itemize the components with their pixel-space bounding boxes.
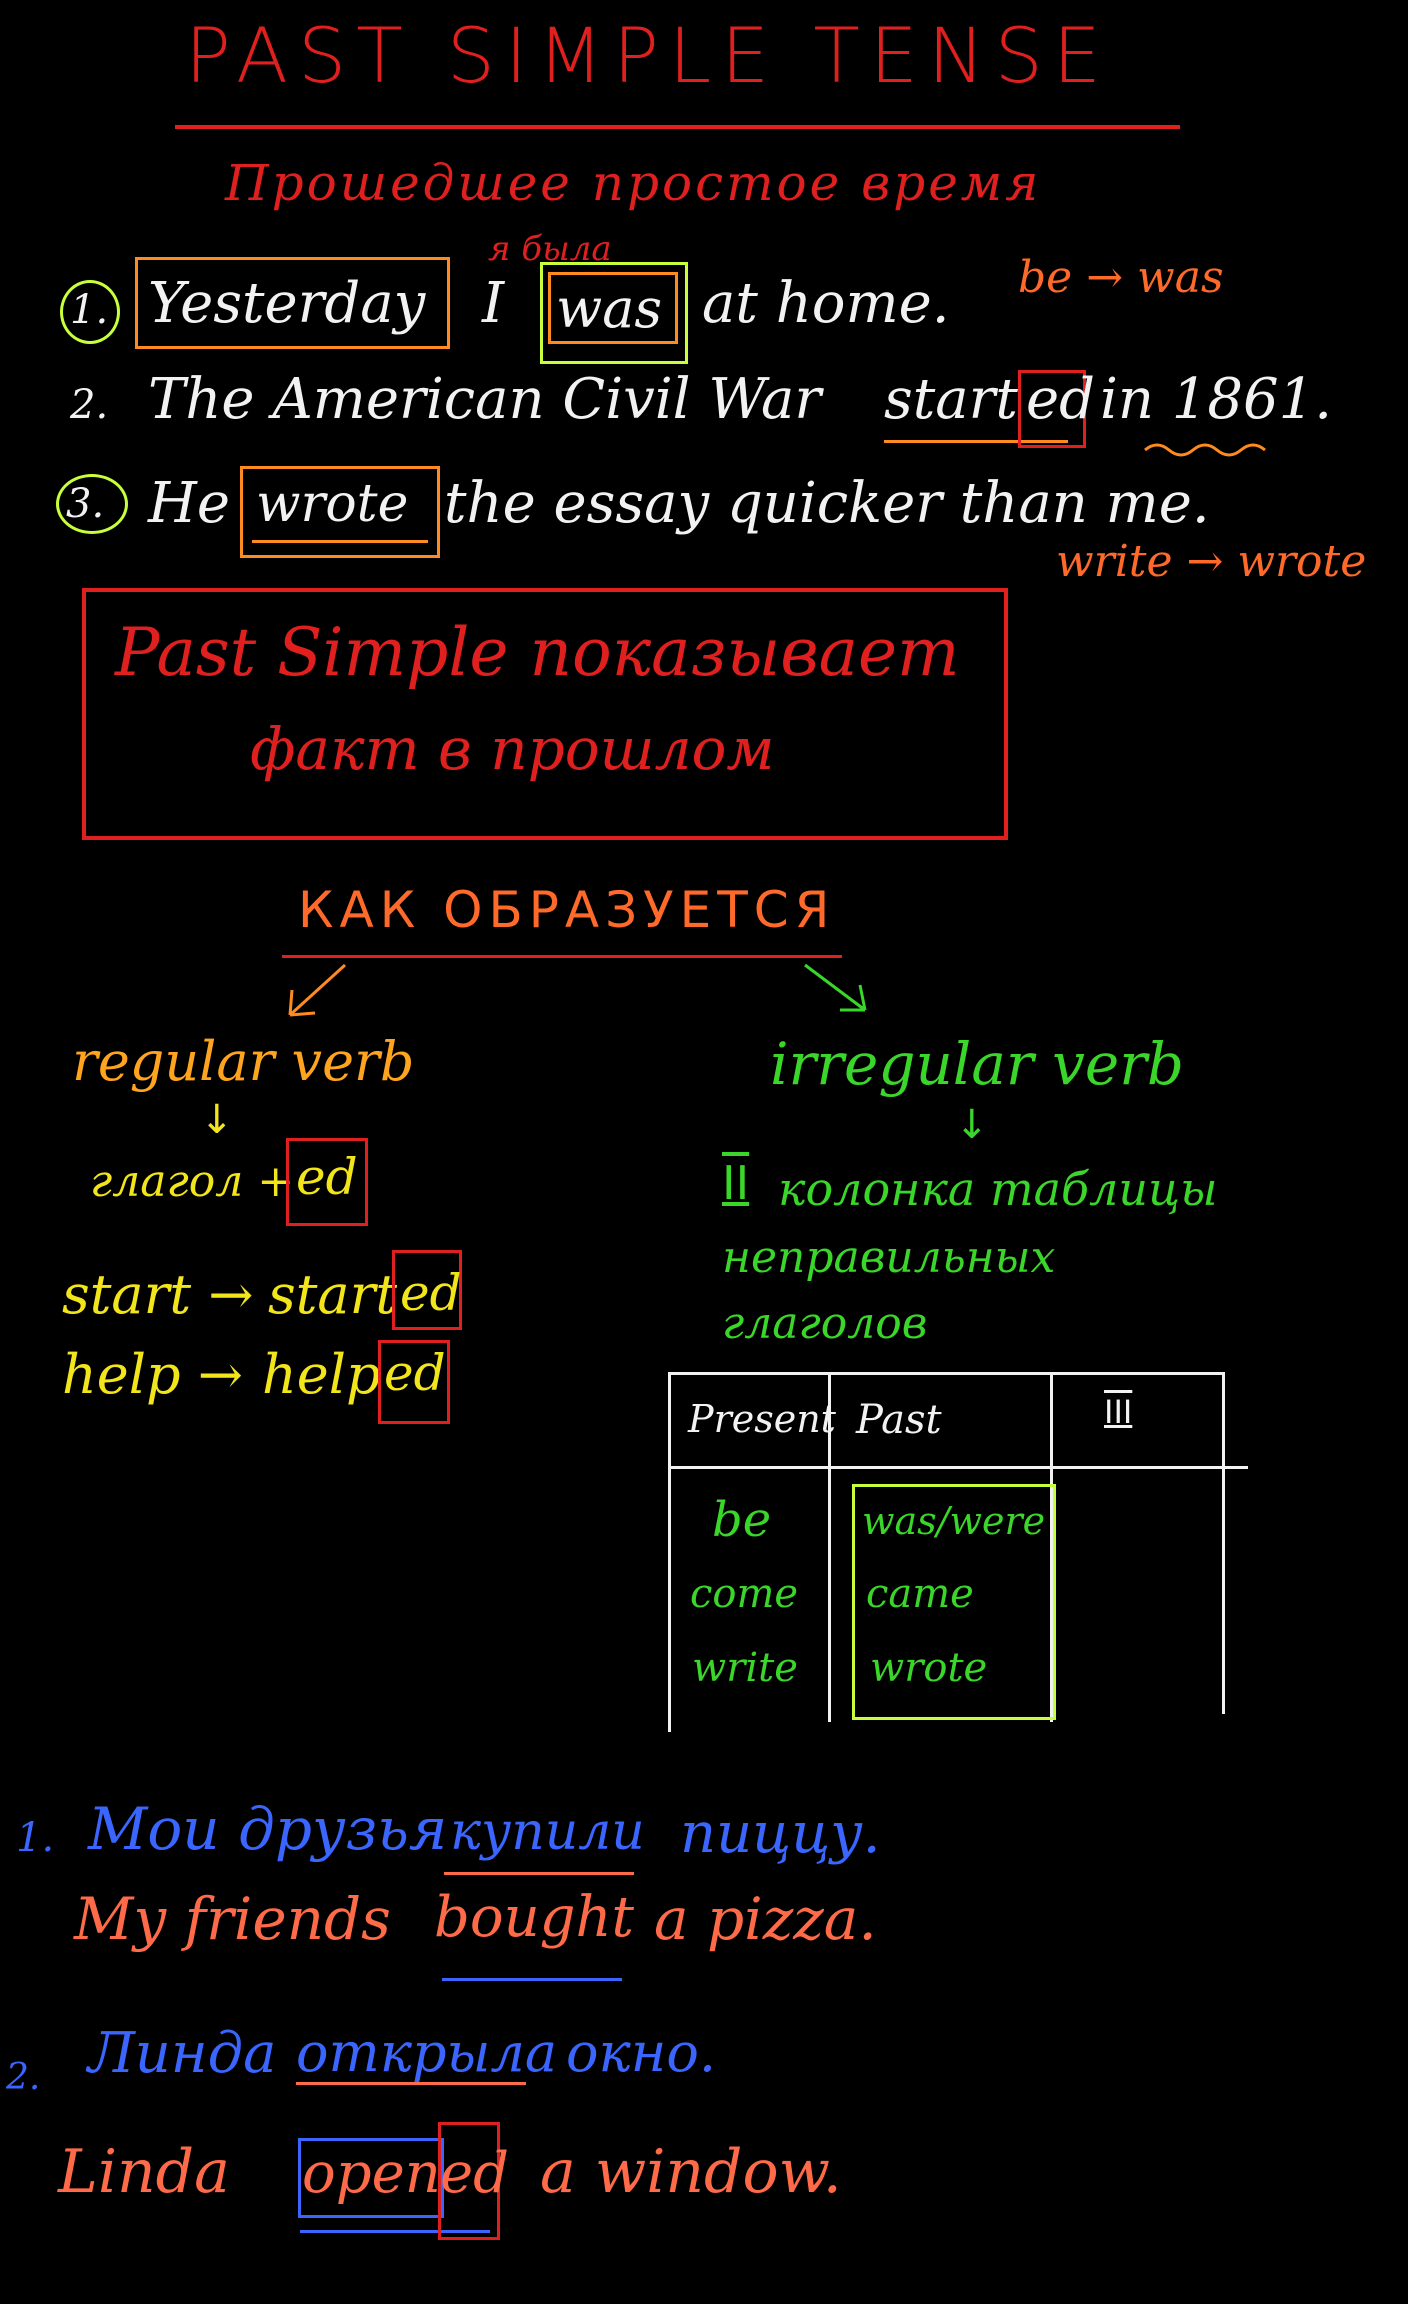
table-header-iii: III	[1104, 1393, 1133, 1431]
exercise-1-russian-verb: купили	[450, 1802, 645, 1862]
table-row-1-present: be	[712, 1492, 772, 1548]
irregular-column-number: II	[722, 1156, 750, 1210]
exercise-2-english-stem: open	[302, 2141, 441, 2206]
table-row-2-past: came	[866, 1571, 974, 1617]
regular-example-2-stem: help	[262, 1343, 381, 1406]
branch-arrows	[288, 963, 867, 1017]
regular-example-1-ending: ed	[400, 1264, 462, 1322]
table-row-3-past: wrote	[870, 1645, 988, 1691]
exercise-2-russian-start: Линда	[88, 2021, 277, 2086]
table-top-line	[668, 1372, 1224, 1375]
table-header-past: Past	[856, 1397, 942, 1443]
regular-example-2-base: help →	[62, 1343, 243, 1406]
regular-formula-ending: ed	[296, 1148, 358, 1206]
exercise-1-english-start: My friends	[74, 1885, 391, 1953]
table-left-line	[668, 1372, 671, 1732]
exercise-2-english-end: a window.	[540, 2137, 842, 2207]
table-row-1-past: was/were	[862, 1499, 1046, 1543]
irregular-arrow: ↓	[955, 1102, 989, 1148]
regular-verb-title: regular verb	[72, 1030, 415, 1093]
exercise-1-russian-start: Мои друзья	[88, 1795, 448, 1863]
regular-formula: глагол +	[90, 1156, 295, 1207]
regular-arrow: ↓	[200, 1097, 234, 1143]
exercise-1-english-verb-underline	[442, 1978, 622, 1981]
irregular-line-2: неправильных	[722, 1232, 1056, 1283]
exercise-1-number: 1.	[16, 1815, 55, 1861]
regular-example-2-ending: ed	[384, 1344, 446, 1402]
irregular-verb-title: irregular verb	[770, 1030, 1185, 1098]
table-header-present: Present	[688, 1397, 836, 1441]
exercise-2-russian-verb: открыла	[296, 2021, 558, 2084]
exercise-1-russian-end: пиццу.	[680, 1801, 881, 1866]
exercise-2-russian-end: окно.	[566, 2021, 717, 2084]
table-right-line	[1222, 1372, 1225, 1714]
table-header-line	[668, 1466, 1248, 1469]
exercise-1-english-verb: bought	[434, 1885, 635, 1950]
table-row-2-present: come	[690, 1571, 799, 1617]
irregular-line-3: глаголов	[722, 1298, 928, 1349]
exercise-2-russian-verb-underline	[296, 2082, 526, 2085]
regular-example-1-stem: start	[268, 1263, 398, 1326]
exercise-2-english-start: Linda	[58, 2137, 230, 2207]
table-row-3-present: write	[692, 1645, 798, 1691]
regular-example-1-base: start →	[62, 1263, 254, 1326]
exercise-1-russian-verb-underline	[444, 1872, 634, 1875]
exercise-2-english-ending: ed	[440, 2141, 509, 2206]
irregular-line-1: колонка таблицы	[778, 1162, 1218, 1216]
exercise-1-english-end: a pizza.	[654, 1885, 877, 1953]
exercise-2-number: 2.	[6, 2057, 41, 2098]
